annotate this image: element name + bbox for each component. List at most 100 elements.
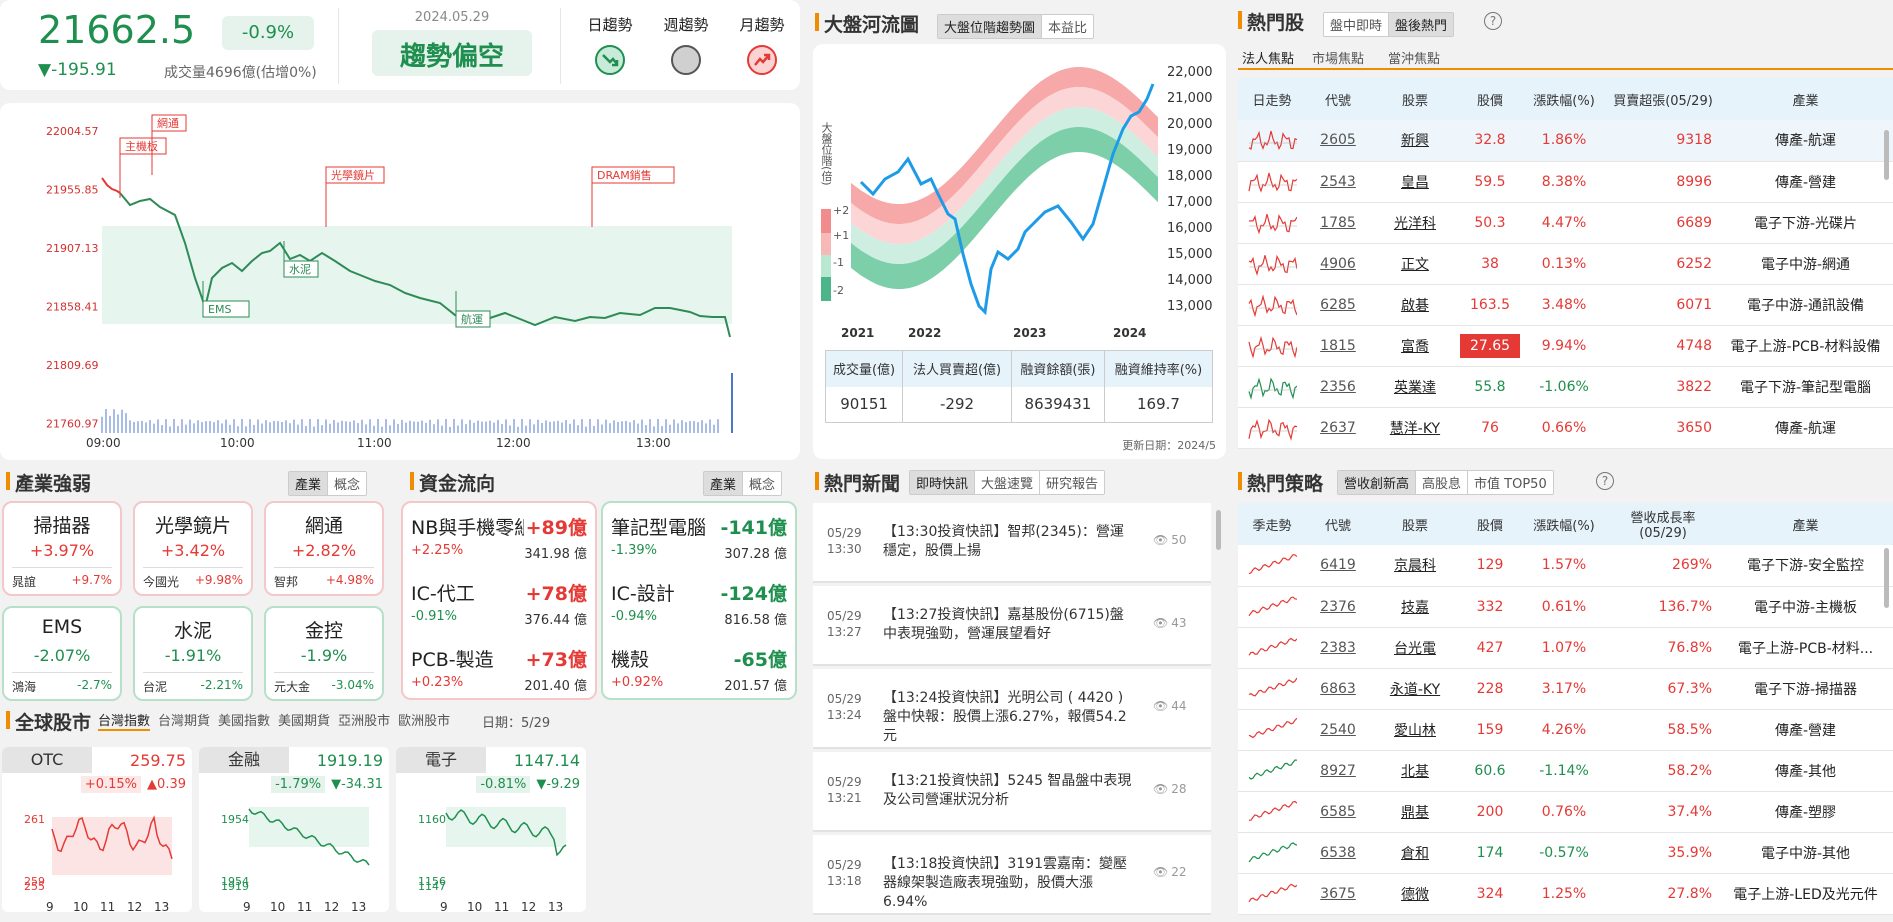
flow-row[interactable]: 筆記型電腦 -141億 -1.39% 307.28 億 xyxy=(611,509,787,575)
tab-market-overview[interactable]: 大盤速覽 xyxy=(974,471,1040,494)
inflow-card[interactable]: NB與手機零組件+89億 +2.25% 341.98 億 IC-代工 +78億 -0.91… xyxy=(401,501,597,700)
table-row[interactable]: 2383 台光電 427 1.07% 76.8% 電子上游-PCB-材料... xyxy=(1238,627,1893,669)
table-row[interactable]: 2376 技嘉 332 0.61% 136.7% 電子中游-主機板 xyxy=(1238,586,1893,628)
news-headline[interactable]: 【13:24投資快訊】光明公司 ( 4420 ) 盤中快報：股價上漲6.27%，… xyxy=(883,689,1133,746)
industry-card[interactable]: 掃描器 +3.97% 晁誼 +9.7% xyxy=(2,501,122,596)
stock-code-link[interactable]: 2543 xyxy=(1305,161,1370,203)
market-card[interactable]: 電子 1147.14 -0.81% ▼-9.29 1160 1156 1147 9 10 11 12… xyxy=(396,747,586,914)
table-row[interactable]: 2605 新興 32.8 1.86% 9318 傳產-航運 xyxy=(1238,120,1893,162)
tab-research-report[interactable]: 研究報告 xyxy=(1039,471,1105,494)
flow-row[interactable]: IC-代工 +78億 -0.91% 376.44 億 xyxy=(411,575,587,641)
table-row[interactable]: 2540 愛山林 159 4.26% 58.5% 傳產-營建 xyxy=(1238,709,1893,751)
stock-name-link[interactable]: 富喬 xyxy=(1369,325,1460,367)
stock-code-link[interactable]: 2376 xyxy=(1306,586,1370,628)
tab-flow-concept[interactable]: 概念 xyxy=(742,472,782,495)
market-card[interactable]: OTC 259.75 +0.15% ▲0.39 261 259 255 9 10 11 12 13 xyxy=(2,747,192,914)
tab-global-0[interactable]: 台灣指數 xyxy=(98,710,151,731)
table-row[interactable]: 4906 正文 38 0.13% 6252 電子中游-網通 xyxy=(1238,243,1893,285)
table-row[interactable]: 6419 京晨科 129 1.57% 269% 電子下游-安全監控 xyxy=(1238,545,1893,587)
stock-code-link[interactable]: 3675 xyxy=(1306,873,1370,915)
stock-code-link[interactable]: 2540 xyxy=(1306,709,1370,751)
stock-code-link[interactable]: 6585 xyxy=(1306,791,1370,833)
tab-concept[interactable]: 概念 xyxy=(327,472,367,495)
tab-global-1[interactable]: 台灣期貨 xyxy=(158,710,210,731)
tab-global-3[interactable]: 美國期貨 xyxy=(278,710,330,731)
industry-card[interactable]: 水泥 -1.91% 台泥 -2.21% xyxy=(133,606,253,701)
tab-river-position[interactable]: 大盤位階趨勢圖 xyxy=(938,15,1042,38)
stock-code-link[interactable]: 6863 xyxy=(1306,668,1370,710)
stock-code-link[interactable]: 6419 xyxy=(1306,545,1370,587)
column-header[interactable]: 營收成長率(05/29) xyxy=(1608,503,1718,545)
news-item[interactable]: 05/29 13:18 【13:18投資快訊】3191雲嘉南：變壓器線架製造廠表現強… xyxy=(813,835,1211,915)
stock-name-link[interactable]: 啟碁 xyxy=(1369,284,1460,326)
strategy-tabs[interactable]: 營收創新高 高股息 市值 TOP50 xyxy=(1337,470,1554,495)
tab-high-dividend[interactable]: 高股息 xyxy=(1415,471,1468,494)
flow-row[interactable]: PCB-製造 +73億 +0.23% 201.40 億 xyxy=(411,641,587,707)
stock-name-link[interactable]: 京晨科 xyxy=(1370,545,1460,587)
stock-code-link[interactable]: 2637 xyxy=(1305,407,1370,449)
industry-card[interactable]: 金控 -1.9% 元大金 -3.04% xyxy=(264,606,384,701)
stock-name-link[interactable]: 新興 xyxy=(1369,120,1460,162)
tab-pe-ratio[interactable]: 本益比 xyxy=(1041,15,1094,38)
stock-name-link[interactable]: 慧洋-KY xyxy=(1369,407,1460,449)
tab-market-focus[interactable]: 市場焦點 xyxy=(1312,48,1364,67)
column-header[interactable]: 漲跌幅(%) xyxy=(1520,503,1608,545)
scrollbar[interactable] xyxy=(1884,548,1889,608)
flow-row[interactable]: IC-設計 -124億 -0.94% 816.58 億 xyxy=(611,575,787,641)
column-header[interactable]: 季走勢 xyxy=(1238,503,1306,545)
news-headline[interactable]: 【13:18投資快訊】3191雲嘉南：變壓器線架製造廠表現強勁，股價大漲6.94… xyxy=(883,855,1133,912)
tab-daytrade-focus[interactable]: 當沖焦點 xyxy=(1388,48,1440,67)
news-tabs[interactable]: 即時快訊 大盤速覽 研究報告 xyxy=(909,470,1106,495)
news-headline[interactable]: 【13:21投資快訊】5245 智晶盤中表現及公司營運狀況分析 xyxy=(883,772,1133,810)
table-row[interactable]: 1815 富喬 27.65 9.94% 4748 電子上游-PCB-材料設備 xyxy=(1238,325,1893,367)
column-header[interactable]: 產業 xyxy=(1718,503,1893,545)
market-card[interactable]: 金融 1919.19 -1.79% ▼-34.31 1954 1954 1919 9 10 11 1… xyxy=(199,747,389,914)
news-item[interactable]: 05/29 13:27 【13:27投資快訊】嘉基股份(6715)盤中表現強勁，營運… xyxy=(813,586,1211,666)
industry-card[interactable]: 光學鏡片 +3.42% 今國光 +9.98% xyxy=(133,501,253,596)
news-item[interactable]: 05/29 13:21 【13:21投資快訊】5245 智晶盤中表現及公司營運狀況分… xyxy=(813,752,1211,832)
stock-code-link[interactable]: 1785 xyxy=(1305,202,1370,244)
stock-name-link[interactable]: 愛山林 xyxy=(1370,709,1460,751)
column-header[interactable]: 漲跌幅(%) xyxy=(1520,78,1609,120)
stock-code-link[interactable]: 1815 xyxy=(1305,325,1370,367)
tab-after-hours[interactable]: 盤後熱門 xyxy=(1388,13,1454,36)
help-icon[interactable]: ? xyxy=(1484,12,1502,30)
stock-code-link[interactable]: 6285 xyxy=(1305,284,1370,326)
stock-code-link[interactable]: 4906 xyxy=(1305,243,1370,285)
column-header[interactable]: 股票 xyxy=(1369,78,1460,120)
industry-card[interactable]: 網通 +2.82% 智邦 +4.98% xyxy=(264,501,384,596)
tab-flow-industry[interactable]: 產業 xyxy=(704,472,743,495)
stock-name-link[interactable]: 鼎基 xyxy=(1370,791,1460,833)
news-item[interactable]: 05/29 13:24 【13:24投資快訊】光明公司 ( 4420 ) 盤中快報：… xyxy=(813,669,1211,749)
stock-code-link[interactable]: 2383 xyxy=(1306,627,1370,669)
stock-code-link[interactable]: 6538 xyxy=(1306,832,1370,874)
flow-row[interactable]: NB與手機零組件+89億 +2.25% 341.98 億 xyxy=(411,509,587,575)
column-header[interactable]: 股價 xyxy=(1460,503,1520,545)
industry-tabs[interactable]: 產業 概念 xyxy=(288,471,368,496)
tab-intraday[interactable]: 盤中即時 xyxy=(1324,13,1389,36)
stock-name-link[interactable]: 台光電 xyxy=(1370,627,1460,669)
hot-tabs[interactable]: 盤中即時 盤後熱門 xyxy=(1323,12,1455,37)
table-row[interactable]: 6538 倉和 174 -0.57% 35.9% 電子中游-其他 xyxy=(1238,832,1893,874)
news-headline[interactable]: 【13:27投資快訊】嘉基股份(6715)盤中表現強勁，營運展望看好 xyxy=(883,606,1133,644)
tab-institutional-focus[interactable]: 法人焦點 xyxy=(1238,48,1298,67)
flow-row[interactable]: 機殼 -65億 +0.92% 201.57 億 xyxy=(611,641,787,707)
tab-industry[interactable]: 產業 xyxy=(289,472,328,495)
tab-global-5[interactable]: 歐洲股市 xyxy=(398,710,450,731)
stock-name-link[interactable]: 正文 xyxy=(1369,243,1460,285)
stock-code-link[interactable]: 2605 xyxy=(1305,120,1370,162)
table-row[interactable]: 6285 啟碁 163.5 3.48% 6071 電子中游-通訊設備 xyxy=(1238,284,1893,326)
news-item[interactable]: 05/29 13:30 【13:30投資快訊】智邦(2345)：營運穩定，股價上揚 👁… xyxy=(813,503,1211,583)
help-icon[interactable]: ? xyxy=(1596,472,1614,490)
stock-name-link[interactable]: 皇昌 xyxy=(1369,161,1460,203)
stock-name-link[interactable]: 北基 xyxy=(1370,750,1460,792)
column-header[interactable]: 代號 xyxy=(1305,78,1370,120)
news-headline[interactable]: 【13:30投資快訊】智邦(2345)：營運穩定，股價上揚 xyxy=(883,523,1133,561)
table-row[interactable]: 8927 北基 60.6 -1.14% 58.2% 傳產-其他 xyxy=(1238,750,1893,792)
tab-global-2[interactable]: 美國指數 xyxy=(218,710,270,731)
stock-name-link[interactable]: 倉和 xyxy=(1370,832,1460,874)
flow-tabs[interactable]: 產業 概念 xyxy=(703,471,783,496)
table-row[interactable]: 6863 永道-KY 228 3.17% 67.3% 電子下游-掃描器 xyxy=(1238,668,1893,710)
tab-top50[interactable]: 市值 TOP50 xyxy=(1467,471,1553,494)
stock-code-link[interactable]: 8927 xyxy=(1306,750,1370,792)
